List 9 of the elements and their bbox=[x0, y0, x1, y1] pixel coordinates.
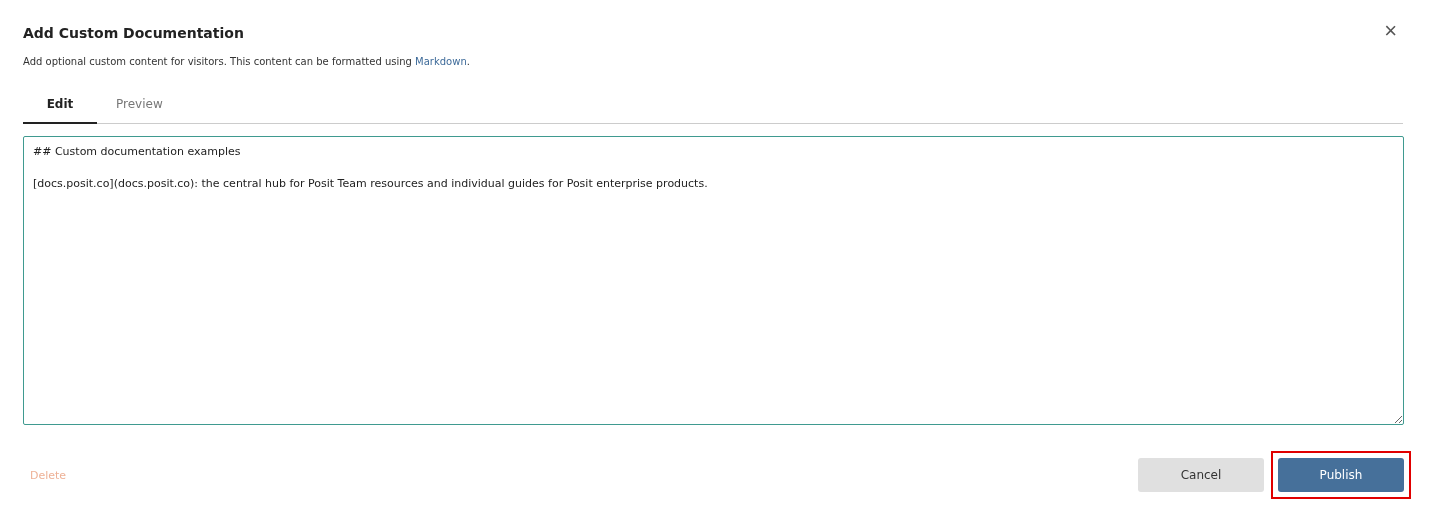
cancel-button[interactable]: Cancel bbox=[1138, 458, 1264, 492]
description-text: Add optional custom content for visitors. This content can be formatted using Markdown. bbox=[23, 56, 471, 67]
markdown-editor-field[interactable]: ## Custom documentation examples [docs.posit.co](docs.posit.co): the central hub for Posit Team resources and individual guides for Posit enterprise products. bbox=[23, 136, 1404, 425]
publish-button[interactable]: Publish bbox=[1278, 458, 1404, 492]
close-button[interactable]: × bbox=[1378, 20, 1403, 42]
markdown-link[interactable]: Markdown bbox=[415, 56, 467, 67]
tab[interactable]: Edit bbox=[23, 89, 97, 124]
tab[interactable]: Preview bbox=[97, 89, 171, 124]
dialog-title: Add Custom Documentation bbox=[23, 25, 244, 41]
